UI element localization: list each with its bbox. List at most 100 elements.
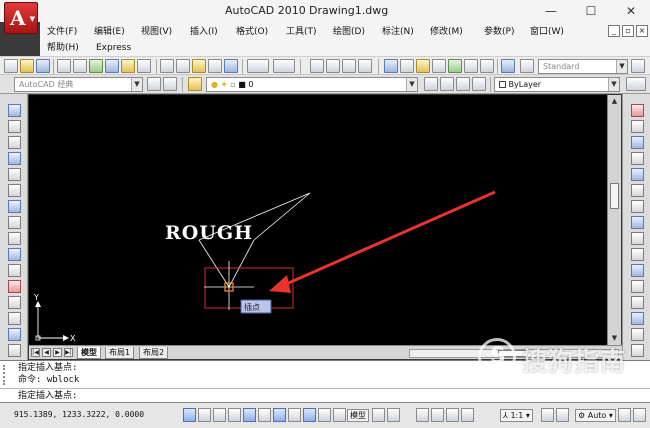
auto-scale-icon[interactable] <box>556 408 569 422</box>
publish-icon[interactable] <box>89 59 103 73</box>
dynamic-ucs-icon[interactable] <box>288 408 301 422</box>
layer-previous-icon[interactable] <box>424 77 438 91</box>
move-icon[interactable] <box>631 184 644 197</box>
showmotion-icon[interactable] <box>461 408 474 422</box>
explode-icon[interactable] <box>631 344 644 357</box>
doc-close-button[interactable]: × <box>636 25 648 37</box>
workspace-icon[interactable] <box>163 77 177 91</box>
drawing-canvas[interactable]: ROUGH 插点 Y X <box>29 95 607 345</box>
ortho-mode-icon[interactable] <box>228 408 241 422</box>
construction-line-icon[interactable] <box>8 120 21 133</box>
zoom-window-icon[interactable] <box>342 59 356 73</box>
workspace-settings-icon[interactable] <box>147 77 161 91</box>
calculator-icon[interactable] <box>464 59 478 73</box>
text-style-select[interactable]: Standard ▼ <box>538 59 628 74</box>
menu-window[interactable]: 窗口(W) <box>530 24 564 40</box>
snap-mode-icon[interactable] <box>198 408 211 422</box>
scroll-down-icon[interactable]: ▼ <box>609 333 620 343</box>
insert-block-icon[interactable] <box>8 280 21 293</box>
revision-cloud-icon[interactable] <box>8 216 21 229</box>
doc-minimize-button[interactable]: _ <box>608 25 620 37</box>
stretch-icon[interactable] <box>631 232 644 245</box>
zoom-status-icon[interactable] <box>431 408 444 422</box>
sheet-set-manager-icon[interactable] <box>432 59 446 73</box>
object-snap-icon[interactable] <box>258 408 271 422</box>
clean-screen-icon[interactable] <box>633 408 646 422</box>
redo-icon[interactable] <box>273 59 295 73</box>
minimize-button[interactable]: — <box>536 2 566 20</box>
print-preview-icon[interactable] <box>73 59 87 73</box>
rotate-icon[interactable] <box>631 200 644 213</box>
next-tab-icon[interactable]: ▶ <box>53 348 62 357</box>
text-style-icon[interactable] <box>520 59 534 73</box>
cut-icon[interactable] <box>160 59 174 73</box>
print-icon[interactable] <box>57 59 71 73</box>
help-icon[interactable] <box>501 59 515 73</box>
scale-icon[interactable] <box>631 216 644 229</box>
pan-icon[interactable] <box>310 59 324 73</box>
close-button[interactable]: ✕ <box>616 2 646 20</box>
menu-draw[interactable]: 绘图(D) <box>333 24 365 40</box>
dynamic-input-icon[interactable] <box>303 408 316 422</box>
mirror-icon[interactable] <box>631 136 644 149</box>
tool-palettes-icon[interactable] <box>416 59 430 73</box>
polygon-icon[interactable] <box>8 152 21 165</box>
make-block-icon[interactable] <box>8 296 21 309</box>
horizontal-scrollbar[interactable] <box>409 349 619 358</box>
zoom-realtime-icon[interactable] <box>326 59 340 73</box>
toolbar-lock-icon[interactable] <box>618 408 631 422</box>
copy-icon[interactable] <box>176 59 190 73</box>
block-editor-icon[interactable] <box>224 59 238 73</box>
offset-icon[interactable] <box>631 152 644 165</box>
workspace-switch-button[interactable]: ⚙ Auto ▾ <box>575 409 616 422</box>
markup-icon[interactable] <box>448 59 462 73</box>
vertical-scrollbar[interactable]: ▲ ▼ <box>607 95 621 345</box>
menu-modify[interactable]: 修改(M) <box>430 24 463 40</box>
sheet-set-icon[interactable] <box>121 59 135 73</box>
3d-dwf-icon[interactable] <box>105 59 119 73</box>
undo-icon[interactable] <box>247 59 269 73</box>
annotation-visibility-icon[interactable] <box>541 408 554 422</box>
tab-model[interactable]: 模型 <box>77 347 101 359</box>
menu-parametric[interactable]: 参数(P) <box>484 24 514 40</box>
grip-handle[interactable] <box>3 365 11 385</box>
join-icon[interactable] <box>631 296 644 309</box>
menu-format[interactable]: 格式(O) <box>236 24 268 40</box>
horizontal-scroll-thumb[interactable] <box>498 350 528 357</box>
polar-tracking-icon[interactable] <box>243 408 256 422</box>
pan-status-icon[interactable] <box>416 408 429 422</box>
menu-help[interactable]: 帮助(H) <box>47 40 79 56</box>
rectangle-icon[interactable] <box>8 168 21 181</box>
tab-layout1[interactable]: 布局1 <box>105 347 135 359</box>
ellipse-arc-icon[interactable] <box>8 264 21 277</box>
quick-properties-icon[interactable] <box>333 408 346 422</box>
model-space-button[interactable]: 模型 <box>347 409 369 422</box>
menu-express[interactable]: Express <box>96 40 131 56</box>
arc-icon[interactable] <box>8 184 21 197</box>
object-snap-tracking-icon[interactable] <box>273 408 286 422</box>
menu-tools[interactable]: 工具(T) <box>286 24 317 40</box>
last-tab-icon[interactable]: ▶| <box>64 348 73 357</box>
open-icon[interactable] <box>20 59 34 73</box>
first-tab-icon[interactable]: |◀ <box>31 348 40 357</box>
extend-icon[interactable] <box>631 264 644 277</box>
menu-edit[interactable]: 编辑(E) <box>94 24 125 40</box>
polyline-icon[interactable] <box>8 136 21 149</box>
maximize-button[interactable]: ☐ <box>576 2 606 20</box>
paste-icon[interactable] <box>192 59 206 73</box>
etransmit-icon[interactable] <box>137 59 151 73</box>
scroll-thumb[interactable] <box>610 183 619 209</box>
make-current-icon[interactable] <box>440 77 454 91</box>
lineweight-icon[interactable] <box>318 408 331 422</box>
tab-layout2[interactable]: 布局2 <box>139 347 169 359</box>
save-icon[interactable] <box>36 59 50 73</box>
break-icon[interactable] <box>631 280 644 293</box>
layer-state-icon[interactable] <box>456 77 470 91</box>
color-select[interactable]: ByLayer ▼ <box>494 77 620 92</box>
workspace-select[interactable]: AutoCAD 经典 ▼ <box>14 77 143 92</box>
grid-display-icon[interactable] <box>213 408 226 422</box>
ellipse-icon[interactable] <box>8 248 21 261</box>
circle-icon[interactable] <box>8 200 21 213</box>
steering-wheel-icon[interactable] <box>446 408 459 422</box>
line-icon[interactable] <box>8 104 21 117</box>
